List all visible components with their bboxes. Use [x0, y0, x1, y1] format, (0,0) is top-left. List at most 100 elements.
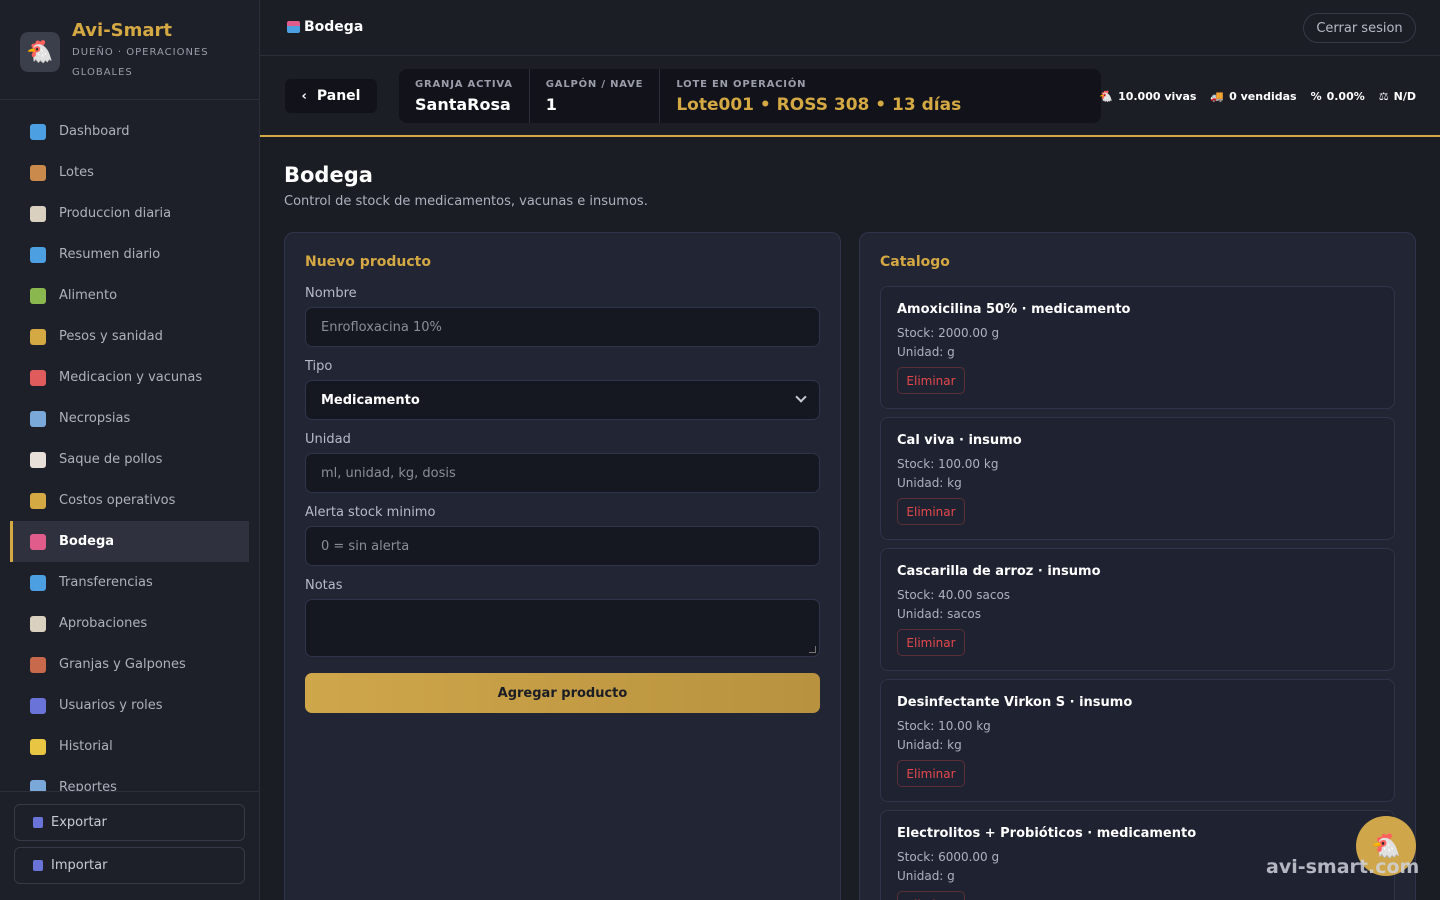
sidebar-item-pesos-y-sanidad[interactable]: Pesos y sanidad	[10, 316, 249, 357]
money-bag-icon	[30, 492, 46, 509]
sidebar-item-dashboard[interactable]: Dashboard	[10, 111, 249, 152]
type-select[interactable]: Medicamento	[305, 380, 820, 420]
active-farm: GRANJA ACTIVA SantaRosa	[399, 69, 529, 123]
delete-button[interactable]: Eliminar	[897, 760, 965, 787]
chevron-down-icon	[795, 391, 807, 403]
export-button[interactable]: Exportar	[14, 804, 245, 841]
lot-stat-text: N/D	[1393, 90, 1416, 103]
active-lot-label: LOTE EN OPERACIÓN	[676, 79, 807, 90]
brand-subtitle: DUEÑO · OPERACIONES GLOBALES	[72, 47, 209, 78]
sidebar-item-historial[interactable]: Historial	[10, 726, 249, 767]
catalog-item-stock: Stock: 2000.00 g	[897, 326, 1000, 340]
sidebar-item-medicacion-y-vacunas[interactable]: Medicacion y vacunas	[10, 357, 249, 398]
sidebar-item-reportes[interactable]: Reportes	[10, 767, 249, 791]
catalog-item: Cascarilla de arroz · insumo Stock: 40.00…	[880, 548, 1395, 671]
catalog-item-name: Amoxicilina 50% · medicamento	[897, 302, 1131, 317]
sidebar-item-label: Historial	[59, 739, 113, 754]
sidebar-item-costos-operativos[interactable]: Costos operativos	[10, 480, 249, 521]
sidebar-item-produccion-diaria[interactable]: Produccion diaria	[10, 193, 249, 234]
sidebar-item-usuarios-y-roles[interactable]: Usuarios y roles	[10, 685, 249, 726]
chart-icon	[30, 779, 46, 791]
alert-input[interactable]: 0 = sin alerta	[305, 526, 820, 566]
name-input[interactable]: Enrofloxacina 10%	[305, 307, 820, 347]
catalog-item-unit: Unidad: g	[897, 345, 955, 359]
sidebar-item-label: Necropsias	[59, 411, 131, 426]
context-bar: ‹ Panel GRANJA ACTIVA SantaRosa GALPÓN /…	[260, 56, 1440, 137]
catalog-item-unit: Unidad: kg	[897, 738, 962, 752]
sidebar-item-resumen-diario[interactable]: Resumen diario	[10, 234, 249, 275]
sidebar-item-label: Alimento	[59, 288, 118, 303]
active-farm-value: SantaRosa	[415, 95, 511, 114]
lot-stat: 🐔 10.000 vivas	[1099, 90, 1196, 103]
catalog-item-name: Electrolitos + Probióticos · medicamento	[897, 826, 1197, 841]
export-icon	[33, 817, 43, 828]
sidebar-item-saque-de-pollos[interactable]: Saque de pollos	[10, 439, 249, 480]
active-farm-label: GRANJA ACTIVA	[415, 79, 513, 90]
delete-button[interactable]: Eliminar	[897, 891, 965, 900]
resize-handle-icon[interactable]	[809, 646, 816, 653]
catalog-item: Cal viva · insumo Stock: 100.00 kg Unidad:…	[880, 417, 1395, 540]
lot-stat: % 0.00%	[1311, 90, 1365, 103]
delete-button[interactable]: Eliminar	[897, 367, 965, 394]
sidebar-item-transferencias[interactable]: Transferencias	[10, 562, 249, 603]
sidebar-item-label: Saque de pollos	[59, 452, 163, 467]
sidebar-item-label: Usuarios y roles	[59, 698, 163, 713]
sidebar-actions: Exportar Importar	[0, 791, 259, 900]
sidebar-item-lotes[interactable]: Lotes	[10, 152, 249, 193]
sidebar: 🐔 Avi-Smart DUEÑO · OPERACIONES GLOBALES…	[0, 0, 260, 900]
clipboard-icon	[30, 615, 46, 632]
lot-stat: 🚚 0 vendidas	[1210, 90, 1296, 103]
sidebar-item-label: Bodega	[59, 534, 115, 549]
active-shed: GALPÓN / NAVE 1	[528, 69, 660, 123]
catalog-title: Catalogo	[880, 254, 950, 270]
percent-icon: %	[1310, 90, 1322, 103]
watermark: avi-smart.com	[1266, 856, 1420, 878]
catalog-item-unit: Unidad: g	[897, 869, 955, 883]
scale-icon: ⚖	[1378, 90, 1389, 103]
catalog-item-stock: Stock: 6000.00 g	[897, 850, 1000, 864]
main-content: Bodega Control de stock de medicamentos,…	[260, 137, 1440, 900]
catalog-item-stock: Stock: 40.00 sacos	[897, 588, 1011, 602]
logout-button[interactable]: Cerrar sesion	[1303, 13, 1416, 43]
import-button[interactable]: Importar	[14, 847, 245, 884]
brand-name: Avi-Smart	[72, 20, 173, 41]
bar-chart-icon	[30, 123, 46, 140]
sidebar-item-label: Aprobaciones	[59, 616, 148, 631]
sidebar-item-aprobaciones[interactable]: Aprobaciones	[10, 603, 249, 644]
alert-label: Alerta stock minimo	[305, 505, 436, 520]
import-label: Importar	[51, 858, 108, 873]
new-product-form: Nuevo producto Nombre Enrofloxacina 10% …	[284, 232, 841, 900]
export-label: Exportar	[51, 815, 107, 830]
active-lot-value: Lote001 • ROSS 308 • 13 días	[676, 95, 962, 115]
delete-button[interactable]: Eliminar	[897, 629, 965, 656]
unit-input[interactable]: ml, unidad, kg, dosis	[305, 453, 820, 493]
sidebar-item-granjas-y-galpones[interactable]: Granjas y Galpones	[10, 644, 249, 685]
transfer-icon	[30, 574, 46, 591]
catalog-item-unit: Unidad: sacos	[897, 607, 981, 621]
lot-stat-text: 10.000 vivas	[1118, 90, 1197, 103]
panel-back-button[interactable]: ‹ Panel	[285, 79, 377, 113]
active-lot: LOTE EN OPERACIÓN Lote001 • ROSS 308 • 1…	[659, 69, 977, 123]
sidebar-item-bodega[interactable]: Bodega	[10, 521, 249, 562]
sidebar-item-label: Costos operativos	[59, 493, 176, 508]
import-icon	[33, 860, 43, 871]
catalog-item-name: Desinfectante Virkon S · insumo	[897, 695, 1133, 710]
unit-label: Unidad	[305, 432, 351, 447]
sidebar-item-necropsias[interactable]: Necropsias	[10, 398, 249, 439]
add-product-button[interactable]: Agregar producto	[305, 673, 820, 713]
sidebar-item-label: Dashboard	[59, 124, 130, 139]
truck-icon: 🚚	[1210, 90, 1225, 103]
topbar: Bodega Cerrar sesion	[260, 0, 1440, 56]
box-icon	[30, 164, 46, 181]
delete-button[interactable]: Eliminar	[897, 498, 965, 525]
sidebar-item-label: Produccion diaria	[59, 206, 172, 221]
panel-label: Panel	[316, 88, 361, 104]
folder-icon	[30, 738, 46, 755]
bar-chart-icon	[30, 246, 46, 263]
catalog-item-unit: Unidad: kg	[897, 476, 962, 490]
notes-textarea[interactable]	[305, 599, 820, 657]
catalog-item-name: Cascarilla de arroz · insumo	[897, 564, 1101, 579]
catalog-item-stock: Stock: 10.00 kg	[897, 719, 991, 733]
microscope-icon	[30, 410, 46, 427]
sidebar-item-alimento[interactable]: Alimento	[10, 275, 249, 316]
